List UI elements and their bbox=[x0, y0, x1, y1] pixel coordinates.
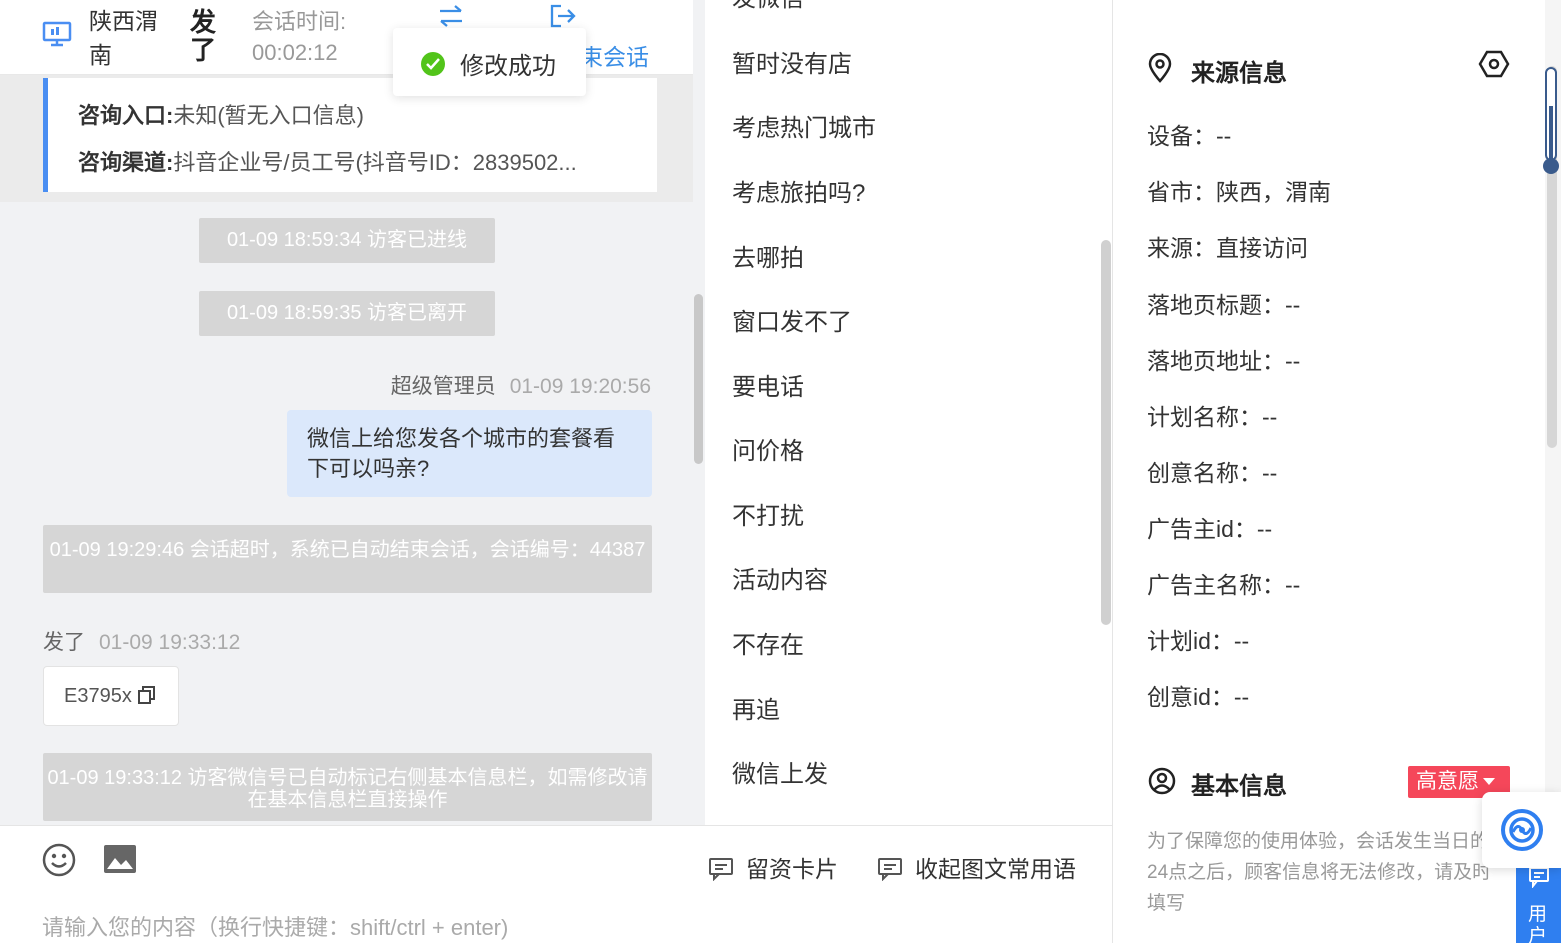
message-input[interactable]: 请输入您的内容（换行快捷键：shift/ctrl + enter) bbox=[42, 910, 508, 942]
system-message: 01-09 18:59:34 访客已进线 bbox=[199, 218, 495, 263]
basic-info-title: 基本信息 bbox=[1191, 773, 1287, 800]
quick-reply-item[interactable]: 要电话 bbox=[732, 367, 804, 402]
agent-message-bubble: 微信上给您发各个城市的套餐看下可以吗亲? bbox=[287, 410, 652, 497]
visitor-info-panel: 来源信息 设备：-- 省市：陕西，渭南 来源：直接访问 落地页标题：-- 落地页… bbox=[1113, 0, 1545, 943]
info-plan-id: 计划id：-- bbox=[1147, 628, 1250, 654]
consult-entry-value: 未知(暂无入口信息) bbox=[173, 103, 364, 128]
quick-reply-scrollbar[interactable] bbox=[1101, 240, 1111, 625]
agent-message-time: 01-09 19:20:56 bbox=[509, 375, 651, 398]
quick-reply-item[interactable]: 暂时没有店 bbox=[732, 44, 852, 79]
consult-channel-row: 咨询渠道:抖音企业号/员工号(抖音号ID：2839502... bbox=[78, 145, 577, 177]
agent-message-meta: 超级管理员 01-09 19:20:56 bbox=[391, 370, 651, 400]
success-toast: 修改成功 bbox=[393, 28, 586, 96]
user-side-tab[interactable]: 用户 bbox=[1516, 858, 1561, 947]
collapse-phrases-label: 收起图文常用语 bbox=[915, 856, 1076, 882]
visitor-message-bubble: E3795x bbox=[43, 666, 179, 726]
source-info-title: 来源信息 bbox=[1191, 60, 1287, 87]
info-advertiser-id: 广告主id：-- bbox=[1147, 516, 1273, 542]
copy-icon[interactable] bbox=[137, 685, 157, 710]
visitor-message-name: 发了 bbox=[43, 631, 85, 654]
consult-channel-value: 抖音企业号/员工号(抖音号ID：2839502... bbox=[173, 150, 577, 175]
visitor-message-text: E3795x bbox=[64, 685, 132, 707]
user-circle-icon bbox=[1148, 767, 1176, 800]
quick-reply-item[interactable]: 考虑热门城市 bbox=[732, 108, 876, 143]
lead-card-button[interactable]: 留资卡片 bbox=[708, 850, 838, 884]
quick-reply-item[interactable]: 不打扰 bbox=[732, 496, 804, 531]
quick-reply-item[interactable]: 不存在 bbox=[732, 625, 804, 660]
check-circle-icon bbox=[421, 52, 445, 76]
thermometer-icon bbox=[1541, 66, 1561, 183]
quick-reply-item[interactable]: 活动内容 bbox=[732, 560, 828, 595]
message-icon bbox=[878, 858, 902, 882]
system-message: 01-09 19:29:46 会话超时，系统已自动结束会话，会话编号：44387 bbox=[43, 525, 652, 593]
consult-entry-row: 咨询入口:未知(暂无入口信息) bbox=[78, 98, 364, 130]
session-time-value: 00:02:12 bbox=[252, 40, 338, 65]
system-message: 01-09 19:33:12 访客微信号已自动标记右侧基本信息栏，如需修改请在基… bbox=[43, 753, 652, 821]
message-icon bbox=[1529, 867, 1549, 888]
session-time-label: 会话时间: bbox=[252, 9, 347, 34]
quick-reply-item[interactable]: 考虑旅拍吗? bbox=[732, 173, 865, 208]
chat-panel: 咨询入口:未知(暂无入口信息) 咨询渠道:抖音企业号/员工号(抖音号ID：283… bbox=[0, 0, 705, 825]
message-input-area: 留资卡片 收起图文常用语 请输入您的内容（换行快捷键：shift/ctrl + … bbox=[0, 825, 1112, 944]
image-icon[interactable] bbox=[103, 844, 137, 879]
quick-reply-item[interactable]: 问价格 bbox=[732, 431, 804, 466]
info-device: 设备：-- bbox=[1147, 123, 1232, 149]
user-side-tab-label: 用户 bbox=[1528, 904, 1548, 947]
eye-icon[interactable] bbox=[1478, 50, 1510, 83]
toast-text: 修改成功 bbox=[460, 53, 556, 80]
location-pin-icon bbox=[1147, 52, 1173, 88]
assistant-float-button[interactable] bbox=[1482, 792, 1561, 868]
consult-entry-label: 咨询入口: bbox=[78, 103, 174, 128]
info-source: 来源：直接访问 bbox=[1147, 235, 1308, 261]
visitor-message-meta: 发了 01-09 19:33:12 bbox=[43, 626, 240, 656]
lead-card-label: 留资卡片 bbox=[746, 856, 838, 882]
quick-reply-item[interactable]: 再追 bbox=[732, 690, 780, 725]
visitor-message-time: 01-09 19:33:12 bbox=[99, 631, 241, 654]
quick-reply-item[interactable]: 发微信 bbox=[732, 0, 804, 13]
agent-name: 超级管理员 bbox=[390, 375, 496, 398]
consult-channel-label: 咨询渠道: bbox=[78, 150, 174, 175]
system-message: 01-09 18:59:35 访客已离开 bbox=[199, 291, 495, 336]
chat-header: 陕西渭南 发了 会话时间: 00:02:12 束会话 bbox=[0, 0, 693, 75]
intent-level-label: 高意愿 bbox=[1416, 770, 1479, 793]
chat-scrollbar[interactable] bbox=[694, 294, 703, 464]
monitor-icon bbox=[42, 20, 72, 53]
info-landing-title: 落地页标题：-- bbox=[1147, 292, 1301, 318]
info-creative-id: 创意id：-- bbox=[1147, 684, 1250, 710]
quick-reply-item[interactable]: 微信上发 bbox=[732, 754, 828, 789]
quick-reply-panel: 发微信 暂时没有店 考虑热门城市 考虑旅拍吗? 去哪拍 窗口发不了 要电话 问价… bbox=[705, 0, 1112, 825]
visitor-nickname: 发了 bbox=[190, 7, 217, 65]
edit-notice: 为了保障您的使用体验，会话发生当日的24点之后，顾客信息将无法修改，请及时填写 bbox=[1147, 831, 1492, 914]
message-icon bbox=[709, 858, 733, 882]
quick-reply-item[interactable]: 去哪拍 bbox=[732, 238, 804, 273]
end-session-button[interactable]: 束会话 bbox=[580, 38, 649, 72]
visitor-location-name: 陕西渭南 bbox=[89, 8, 158, 68]
info-landing-url: 落地页地址：-- bbox=[1147, 348, 1301, 374]
info-region: 省市：陕西，渭南 bbox=[1147, 179, 1331, 205]
quick-reply-item[interactable]: 窗口发不了 bbox=[732, 302, 852, 337]
info-advertiser-name: 广告主名称：-- bbox=[1147, 572, 1301, 598]
collapse-phrases-button[interactable]: 收起图文常用语 bbox=[877, 850, 1076, 884]
emoji-icon[interactable] bbox=[42, 843, 76, 882]
info-plan-name: 计划名称：-- bbox=[1147, 404, 1278, 430]
info-creative-name: 创意名称：-- bbox=[1147, 460, 1278, 486]
assistant-logo-icon bbox=[1501, 809, 1543, 851]
caret-down-icon bbox=[1483, 778, 1495, 785]
consult-info-card: 咨询入口:未知(暂无入口信息) 咨询渠道:抖音企业号/员工号(抖音号ID：283… bbox=[0, 74, 693, 202]
